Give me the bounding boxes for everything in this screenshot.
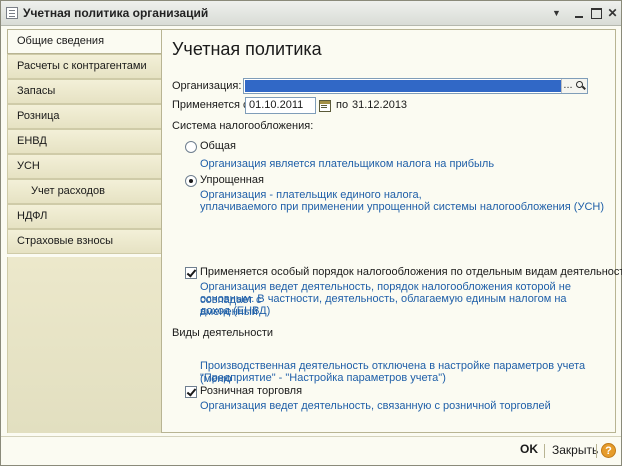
nav-item-label: Учет расходов — [31, 185, 105, 197]
simplified-radio[interactable] — [185, 175, 197, 187]
nav-item-usn[interactable]: УСН — [7, 154, 162, 179]
nav-item-envd[interactable]: ЕНВД — [7, 129, 162, 154]
nav-item-label: Запасы — [17, 85, 56, 97]
date-from-field[interactable]: 01.10.2011 — [245, 97, 316, 114]
production-description-line-2: "Предприятие" - "Настройка параметров уч… — [200, 372, 446, 384]
nav-item-retail[interactable]: Розница — [7, 104, 162, 129]
nav-item-label: Розница — [17, 110, 60, 122]
activities-label: Виды деятельности — [172, 327, 274, 339]
nav-item-label: Расчеты с контрагентами — [17, 60, 147, 72]
retail-label[interactable]: Розничная торговля — [200, 385, 302, 397]
title-bar[interactable]: Учетная политика организаций ▼ ✕ — [1, 1, 621, 26]
close-button[interactable]: Закрыть — [552, 443, 598, 457]
help-icon[interactable]: ? — [601, 443, 616, 458]
retail-checkbox[interactable] — [185, 386, 197, 398]
select-button[interactable]: ... — [561, 79, 574, 93]
organization-label: Организация: — [172, 80, 242, 92]
tax-system-label: Система налогообложения: — [172, 120, 314, 132]
nav-item-label: УСН — [17, 160, 40, 172]
maximize-button[interactable] — [587, 5, 604, 21]
retail-description: Организация ведет деятельность, связанну… — [200, 400, 551, 412]
section-nav: Общие сведения Расчеты с контрагентами З… — [7, 29, 163, 433]
date-to-value: 31.12.2013 — [352, 99, 408, 111]
nav-item-inventory[interactable]: Запасы — [7, 79, 162, 104]
calendar-icon[interactable] — [318, 98, 331, 112]
main-panel: Учетная политика Организация: ... Примен… — [161, 29, 622, 433]
search-icon[interactable] — [574, 79, 587, 93]
window-title: Учетная политика организаций — [23, 6, 209, 20]
nav-item-insurance[interactable]: Страховые взносы — [7, 229, 162, 254]
nav-filler — [7, 257, 162, 433]
footer-separator — [544, 444, 545, 458]
applies-from-label: Применяется с: — [172, 99, 252, 111]
simplified-radio-label[interactable]: Упрощенная — [200, 174, 264, 186]
nav-item-label: Страховые взносы — [17, 235, 113, 247]
minimize-button[interactable] — [570, 5, 587, 21]
nav-item-label: Общие сведения — [17, 35, 105, 47]
special-regime-checkbox[interactable] — [185, 267, 197, 279]
general-description: Организация является плательщиком налога… — [200, 158, 495, 170]
dialog-window: Учетная политика организаций ▼ ✕ Общие с… — [0, 0, 622, 466]
special-regime-label[interactable]: Применяется особый порядок налогообложен… — [200, 266, 622, 278]
simplified-description-line-2: уплачиваемого при применении упрощенной … — [200, 201, 605, 213]
form-icon — [6, 7, 18, 19]
general-radio-label[interactable]: Общая — [200, 140, 236, 152]
to-label: по — [336, 99, 349, 111]
footer-divider — [1, 436, 621, 437]
nav-item-counterparties[interactable]: Расчеты с контрагентами — [7, 54, 162, 79]
organization-field[interactable]: ... — [243, 78, 588, 94]
special-description-line-3: доход (ЕНВД) — [200, 305, 271, 317]
nav-item-label: НДФЛ — [17, 210, 48, 222]
window-menu-button[interactable]: ▼ — [548, 5, 565, 21]
close-window-button[interactable]: ✕ — [604, 5, 621, 21]
ok-button[interactable]: OK — [520, 442, 538, 456]
organization-value — [245, 80, 563, 92]
nav-item-expense-accounting[interactable]: Учет расходов — [7, 179, 162, 204]
nav-item-ndfl[interactable]: НДФЛ — [7, 204, 162, 229]
footer-separator — [596, 444, 597, 458]
general-radio[interactable] — [185, 141, 197, 153]
nav-item-label: ЕНВД — [17, 135, 47, 147]
nav-item-general[interactable]: Общие сведения — [7, 29, 163, 54]
page-title: Учетная политика — [172, 39, 322, 59]
